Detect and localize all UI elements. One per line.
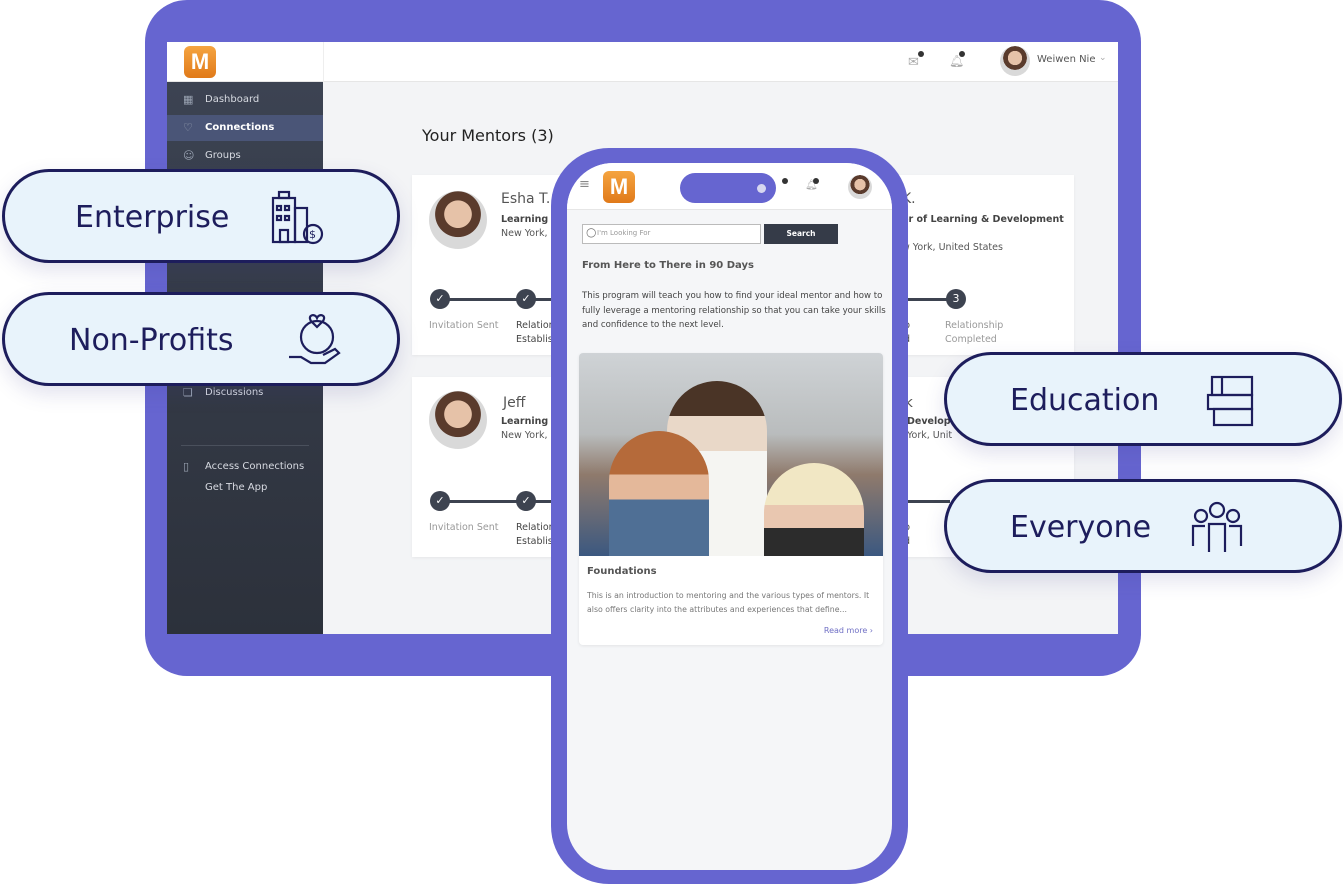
mentor-role: or of Learning & Development	[902, 214, 1064, 225]
step-label: Invitation Sent	[429, 522, 499, 533]
grid-icon: ▦	[183, 93, 194, 106]
check-icon: ✓	[430, 491, 450, 511]
program-title: From Here to There in 90 Days	[582, 260, 754, 271]
sidebar-item-label: Discussions	[205, 387, 264, 398]
pill-label: Education	[1010, 383, 1160, 418]
hamburger-menu-icon[interactable]: ≡	[579, 177, 590, 192]
label: Get The App	[205, 482, 268, 493]
svg-text:$: $	[309, 228, 316, 241]
get-app-link[interactable]: Get The App	[167, 475, 323, 501]
label: Access Connections	[205, 461, 305, 472]
books-icon	[1206, 375, 1254, 427]
program-description: This program will teach you how to find …	[582, 291, 886, 330]
app-logo[interactable]: M	[184, 46, 216, 78]
camera-icon	[757, 184, 766, 193]
user-name[interactable]: Weiwen Nie	[1037, 54, 1096, 65]
mail-badge	[918, 51, 924, 57]
check-icon: ✓	[430, 289, 450, 309]
step-label: Relation	[516, 522, 555, 533]
sidebar-item-label: Connections	[205, 122, 275, 133]
mentor-location: w York, United States	[902, 242, 1003, 253]
divider	[181, 445, 309, 446]
pill-education: Education	[944, 352, 1342, 446]
mentor-name[interactable]: Esha T.	[501, 191, 550, 207]
pill-enterprise: Enterprise $	[2, 169, 400, 263]
avatar	[429, 391, 487, 449]
avatar	[429, 191, 487, 249]
divider	[323, 42, 324, 82]
sidebar-item-groups[interactable]: ☺ Groups	[167, 143, 323, 169]
search-button[interactable]: Search	[764, 224, 838, 244]
sidebar-item-label: Dashboard	[205, 94, 260, 105]
bell-badge	[959, 51, 965, 57]
sidebar-item-dashboard[interactable]: ▦ Dashboard	[167, 87, 323, 113]
building-dollar-icon: $	[271, 190, 324, 245]
step-label: Relation	[516, 320, 555, 331]
group-icon	[1191, 501, 1243, 552]
photo-person	[764, 463, 864, 556]
course-description: This is an introduction to mentoring and…	[587, 591, 870, 614]
pill-label: Non-Profits	[69, 323, 234, 358]
app-header: M ✉ 🔔︎ Weiwen Nie ⌄	[167, 42, 1118, 82]
mentor-location: York, Unit	[907, 430, 953, 441]
pill-label: Enterprise	[75, 200, 230, 235]
search-placeholder: I'm Looking For	[597, 229, 651, 237]
chevron-down-icon[interactable]: ⌄	[1099, 53, 1107, 63]
step-label: Establis	[516, 536, 553, 547]
pill-non-profits: Non-Profits	[2, 292, 400, 386]
check-icon: ✓	[516, 289, 536, 309]
course-image	[579, 353, 883, 556]
step-label: Completed	[945, 334, 997, 345]
hand-globe-heart-icon	[289, 314, 341, 365]
search-icon: ○	[586, 225, 597, 239]
mentor-name[interactable]: Jeff	[503, 395, 525, 411]
phone-screen: ≡ M 🔔︎ ○ I'm Looking For Search From Her…	[567, 163, 892, 870]
pill-everyone: Everyone	[944, 479, 1342, 573]
user-avatar[interactable]	[1000, 46, 1030, 76]
search-input[interactable]: ○ I'm Looking For	[582, 224, 761, 244]
read-more-link[interactable]: Read more ›	[824, 626, 873, 635]
mentor-role: Learning a	[501, 416, 558, 427]
step-number: 3	[946, 289, 966, 309]
check-icon: ✓	[516, 491, 536, 511]
mentor-role: Learning a	[501, 214, 558, 225]
mentor-role: Develop	[907, 416, 951, 427]
mentor-location: New York,	[501, 228, 548, 239]
step-label: Establis	[516, 334, 553, 345]
handshake-icon: ♡	[183, 121, 193, 134]
course-card[interactable]: Foundations This is an introduction to m…	[579, 353, 883, 645]
page-title: Your Mentors (3)	[422, 126, 554, 145]
mail-badge	[782, 178, 788, 184]
pill-label: Everyone	[1010, 510, 1152, 545]
app-logo[interactable]: M	[603, 171, 635, 203]
phone-header: ≡ M 🔔︎	[567, 163, 892, 210]
sidebar-item-label: Groups	[205, 150, 241, 161]
mentor-location: New York,	[501, 430, 548, 441]
step-label: Invitation Sent	[429, 320, 499, 331]
step-label: Relationship	[945, 320, 1004, 331]
bell-badge	[813, 178, 819, 184]
course-title: Foundations	[587, 566, 657, 577]
user-avatar[interactable]	[848, 175, 872, 199]
people-icon: ☺	[183, 149, 195, 162]
sidebar-item-connections[interactable]: ♡ Connections	[167, 115, 323, 141]
mail-icon[interactable]: ✉	[908, 55, 919, 70]
photo-person	[609, 431, 709, 556]
